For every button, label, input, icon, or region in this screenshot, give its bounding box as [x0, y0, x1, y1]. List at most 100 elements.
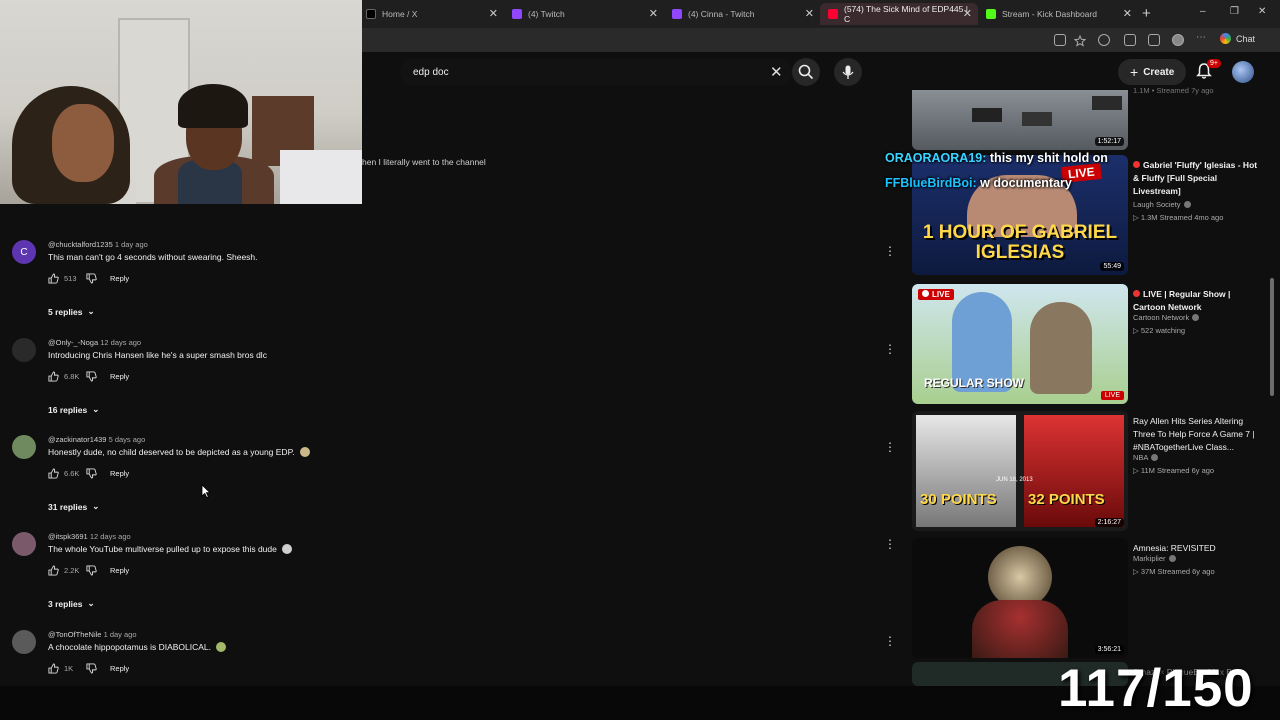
extensions-icon[interactable]	[1124, 34, 1136, 46]
more-options-icon[interactable]: ⋯	[1196, 32, 1208, 44]
search-input[interactable]: edp doc	[400, 58, 792, 86]
create-label: Create	[1143, 66, 1175, 78]
tab-kick-dashboard[interactable]: Stream - Kick Dashboard ✕	[978, 3, 1138, 25]
police-car-shape	[1022, 112, 1052, 126]
thumbs-up-icon[interactable]	[48, 370, 59, 382]
comment-time: 1 day ago	[114, 240, 148, 249]
close-tab-icon[interactable]: ✕	[1123, 7, 1132, 20]
comment-text: Introducing Chris Hansen like he's a sup…	[48, 350, 267, 360]
live-duration-badge: LIVE	[1100, 391, 1124, 400]
video-more-options-icon[interactable]: ⋮	[884, 537, 896, 551]
video-more-options-icon[interactable]: ⋮	[884, 440, 896, 454]
copilot-chat-button[interactable]: Chat	[1220, 33, 1255, 44]
restore-button[interactable]: ❐	[1230, 6, 1239, 17]
reply-button[interactable]: Reply	[110, 664, 129, 673]
window-close-button[interactable]: ✕	[1258, 6, 1266, 17]
thumbs-down-icon[interactable]	[86, 272, 97, 284]
thumbs-up-icon[interactable]	[48, 564, 59, 576]
create-button[interactable]: + Create	[1118, 59, 1187, 85]
tab-cinna-twitch[interactable]: (4) Cinna - Twitch ✕	[664, 3, 820, 25]
reply-button[interactable]: Reply	[110, 274, 129, 283]
thumbnail-title-text: REGULAR SHOW	[924, 376, 1024, 390]
video-more-options-icon[interactable]: ⋮	[884, 342, 896, 356]
close-tab-icon[interactable]: ✕	[963, 7, 972, 20]
thumbs-down-icon[interactable]	[86, 467, 97, 479]
video-thumbnail[interactable]: 3:56:21	[912, 538, 1128, 658]
favorites-icon[interactable]	[1148, 34, 1160, 46]
video-more-options-icon[interactable]: ⋮	[884, 244, 896, 258]
minimize-button[interactable]: –	[1200, 6, 1206, 17]
voice-search-button[interactable]	[834, 58, 862, 86]
close-tab-icon[interactable]: ✕	[805, 7, 814, 20]
comment-time: 1 day ago	[103, 630, 137, 639]
video-meta: ▷ 522 watching	[1133, 326, 1186, 335]
video-thumbnail[interactable]: 30 POINTS 32 POINTS JUN 18, 2013 2:16:27	[912, 411, 1128, 531]
progress-counter: 117/150	[1058, 659, 1254, 718]
search-button[interactable]	[792, 58, 820, 86]
thumbs-down-icon[interactable]	[86, 564, 97, 576]
video-more-options-icon[interactable]: ⋮	[884, 634, 896, 648]
account-avatar[interactable]	[1232, 61, 1254, 83]
kick-icon	[986, 9, 996, 19]
video-thumbnail[interactable]: LIVE 1 HOUR OF GABRIEL IGLESIAS 55:49	[912, 155, 1128, 275]
video-thumbnail[interactable]: LIVE REGULAR SHOW LIVE	[912, 284, 1128, 404]
channel-name[interactable]: Laugh Society	[1133, 200, 1191, 209]
page-scrollbar[interactable]	[1270, 278, 1274, 396]
comment-handle[interactable]: @Only-_-Noga 12 days ago	[48, 338, 141, 347]
view-replies-button[interactable]: 31 replies ⌄	[48, 501, 99, 512]
commenter-avatar[interactable]	[12, 532, 36, 556]
comment-text: Honestly dude, no child deserved to be d…	[48, 447, 310, 457]
channel-name[interactable]: Markiplier	[1133, 554, 1176, 563]
tab-home-x[interactable]: Home / X ✕	[358, 3, 504, 25]
thumbs-up-icon[interactable]	[48, 662, 59, 674]
new-tab-button[interactable]: +	[1142, 5, 1151, 22]
thumbs-down-icon[interactable]	[86, 662, 97, 674]
chevron-down-icon: ⌄	[92, 501, 100, 511]
plus-icon: +	[1130, 64, 1139, 80]
profile-icon[interactable]	[1172, 34, 1184, 46]
star-icon[interactable]	[1073, 34, 1087, 47]
view-replies-button[interactable]: 5 replies ⌄	[48, 306, 95, 317]
commenter-avatar[interactable]: C	[12, 240, 36, 264]
chevron-down-icon: ⌄	[87, 598, 95, 608]
tab-youtube-active[interactable]: (574) The Sick Mind of EDP445 | C ✕	[820, 3, 978, 25]
video-meta: ▷ 37M Streamed 6y ago	[1133, 567, 1215, 576]
tab-twitch[interactable]: (4) Twitch ✕	[504, 3, 664, 25]
rigby-figure	[1030, 302, 1092, 394]
like-count: 2.2K	[64, 565, 80, 575]
comment-handle[interactable]: @chucktalford1235 1 day ago	[48, 240, 148, 249]
close-tab-icon[interactable]: ✕	[649, 7, 658, 20]
channel-name[interactable]: NBA	[1133, 453, 1159, 462]
view-replies-button[interactable]: 16 replies ⌄	[48, 404, 99, 415]
chat-username: FFBlueBirdBoi:	[885, 176, 977, 190]
live-badge: LIVE	[918, 289, 954, 300]
comment-handle[interactable]: @TonOfTheNile 1 day ago	[48, 630, 137, 639]
partially-covered-comment-text: hen I literally went to the channel	[362, 157, 486, 167]
commenter-avatar[interactable]	[12, 338, 36, 362]
tab-title: (4) Cinna - Twitch	[688, 9, 755, 19]
comment-text-body: Honestly dude, no child deserved to be d…	[48, 447, 295, 457]
apps-icon[interactable]	[1054, 34, 1066, 46]
commenter-avatar[interactable]	[12, 630, 36, 654]
reply-button[interactable]: Reply	[110, 372, 129, 381]
player-right-panel	[1024, 415, 1124, 527]
notification-count-badge: 9+	[1207, 59, 1221, 68]
emoji-icon	[299, 447, 310, 457]
comment-handle[interactable]: @itspk3691 12 days ago	[48, 532, 131, 541]
thumbs-down-icon[interactable]	[86, 370, 97, 382]
channel-name[interactable]: Cartoon Network	[1133, 313, 1200, 322]
reply-button[interactable]: Reply	[110, 469, 129, 478]
comment-handle[interactable]: @zackinator1439 5 days ago	[48, 435, 145, 444]
reply-button[interactable]: Reply	[110, 566, 129, 575]
thumbs-up-icon[interactable]	[48, 272, 59, 284]
video-thumbnail[interactable]: 1:52:17	[912, 90, 1128, 150]
live-indicator-icon	[1133, 290, 1140, 297]
clear-search-icon[interactable]: ✕	[770, 63, 783, 81]
refresh-extension-icon[interactable]	[1098, 34, 1110, 46]
commenter-avatar[interactable]	[12, 435, 36, 459]
channel-name-text: Laugh Society	[1133, 200, 1181, 209]
view-replies-button[interactable]: 3 replies ⌄	[48, 598, 95, 609]
thumbs-up-icon[interactable]	[48, 467, 59, 479]
player-left-panel	[916, 415, 1016, 527]
close-tab-icon[interactable]: ✕	[489, 7, 498, 20]
